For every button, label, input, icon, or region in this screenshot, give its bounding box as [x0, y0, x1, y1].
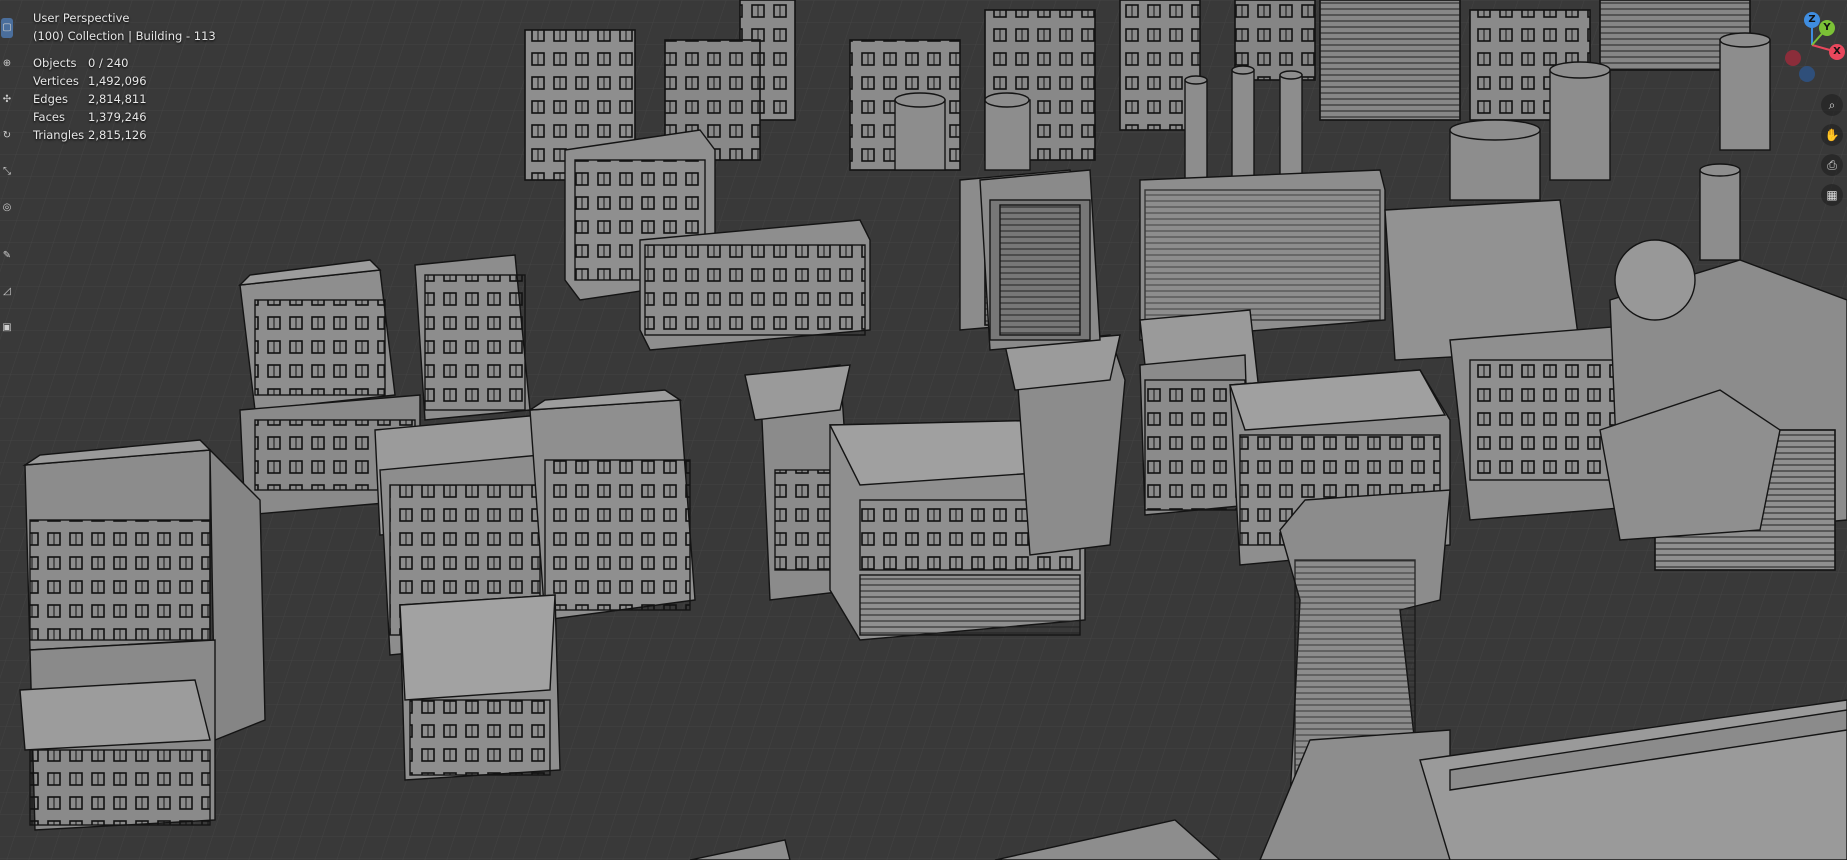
- stat-label: Triangles: [33, 128, 85, 142]
- y-axis-icon[interactable]: Y: [1819, 20, 1835, 36]
- stat-value: 1,379,246: [88, 110, 147, 124]
- viewport-info: User Perspective (100) Collection | Buil…: [33, 9, 216, 45]
- select-box-icon[interactable]: ▢: [1, 18, 13, 38]
- stat-value: 1,492,096: [88, 74, 147, 88]
- transform-icon[interactable]: ◎: [1, 198, 13, 218]
- view-name: User Perspective: [33, 11, 130, 25]
- scene-render: [0, 0, 1847, 860]
- z-axis-icon[interactable]: Z: [1804, 12, 1820, 28]
- navigation-gizmo[interactable]: Z X Y: [1777, 10, 1847, 82]
- zoom-icon[interactable]: ⌕: [1821, 94, 1843, 116]
- stat-label: Objects: [33, 56, 77, 70]
- move-icon[interactable]: ✣: [1, 90, 13, 110]
- stat-value: 2,814,811: [88, 92, 147, 106]
- camera-icon[interactable]: ⎙: [1821, 154, 1843, 176]
- neg-x-axis-icon[interactable]: [1785, 50, 1801, 66]
- grid-view-icon[interactable]: ▦: [1821, 184, 1843, 206]
- collection-line: (100) Collection | Building - 113: [33, 29, 216, 43]
- neg-z-axis-icon[interactable]: [1799, 66, 1815, 82]
- stat-label: Edges: [33, 92, 68, 106]
- 3d-viewport[interactable]: User Perspective (100) Collection | Buil…: [0, 0, 1847, 860]
- pan-hand-icon[interactable]: ✋: [1821, 124, 1843, 146]
- annotate-icon[interactable]: ✎: [1, 246, 13, 266]
- scale-icon[interactable]: ⤡: [1, 162, 13, 182]
- stat-label: Faces: [33, 110, 65, 124]
- add-cube-icon[interactable]: ▣: [1, 318, 13, 338]
- measure-icon[interactable]: ◿: [1, 282, 13, 302]
- stat-value: 2,815,126: [88, 128, 147, 142]
- stat-value: 0 / 240: [88, 56, 129, 70]
- cursor-icon[interactable]: ⊕: [1, 54, 13, 74]
- stat-label: Vertices: [33, 74, 79, 88]
- x-axis-icon[interactable]: X: [1829, 44, 1845, 60]
- rotate-icon[interactable]: ↻: [1, 126, 13, 146]
